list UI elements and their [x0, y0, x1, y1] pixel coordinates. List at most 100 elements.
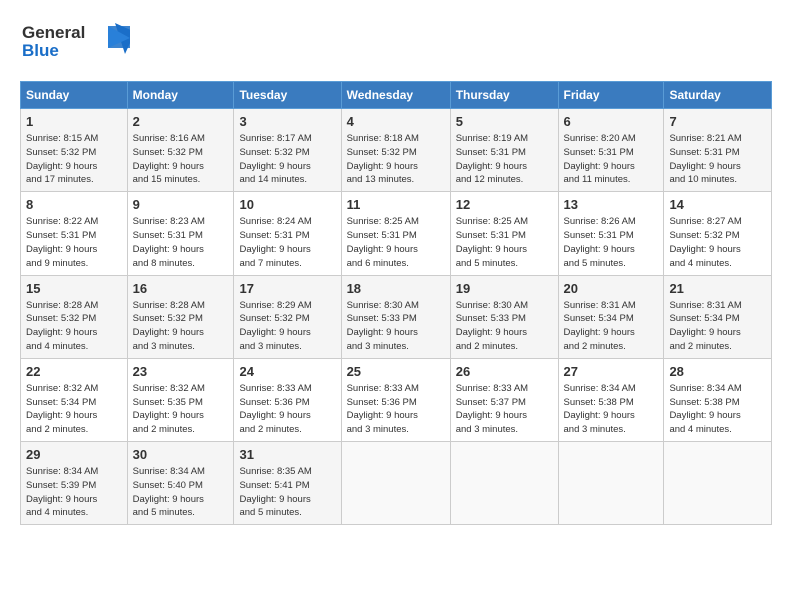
calendar-table: Sunday Monday Tuesday Wednesday Thursday…	[20, 81, 772, 525]
day-info: Sunrise: 8:30 AM Sunset: 5:33 PM Dayligh…	[456, 299, 553, 354]
day-number: 29	[26, 446, 122, 464]
day-info: Sunrise: 8:33 AM Sunset: 5:36 PM Dayligh…	[347, 382, 445, 437]
day-number: 5	[456, 113, 553, 131]
day-number: 1	[26, 113, 122, 131]
day-info: Sunrise: 8:34 AM Sunset: 5:39 PM Dayligh…	[26, 465, 122, 520]
day-number: 14	[669, 196, 766, 214]
day-info: Sunrise: 8:31 AM Sunset: 5:34 PM Dayligh…	[669, 299, 766, 354]
day-info: Sunrise: 8:15 AM Sunset: 5:32 PM Dayligh…	[26, 132, 122, 187]
day-number: 13	[564, 196, 659, 214]
day-cell: 26Sunrise: 8:33 AM Sunset: 5:37 PM Dayli…	[450, 358, 558, 441]
day-number: 25	[347, 363, 445, 381]
day-info: Sunrise: 8:30 AM Sunset: 5:33 PM Dayligh…	[347, 299, 445, 354]
day-cell: 28Sunrise: 8:34 AM Sunset: 5:38 PM Dayli…	[664, 358, 772, 441]
day-number: 12	[456, 196, 553, 214]
day-cell: 30Sunrise: 8:34 AM Sunset: 5:40 PM Dayli…	[127, 442, 234, 525]
day-number: 9	[133, 196, 229, 214]
col-saturday: Saturday	[664, 82, 772, 109]
day-info: Sunrise: 8:35 AM Sunset: 5:41 PM Dayligh…	[239, 465, 335, 520]
day-info: Sunrise: 8:33 AM Sunset: 5:37 PM Dayligh…	[456, 382, 553, 437]
day-info: Sunrise: 8:32 AM Sunset: 5:35 PM Dayligh…	[133, 382, 229, 437]
day-number: 3	[239, 113, 335, 131]
day-info: Sunrise: 8:18 AM Sunset: 5:32 PM Dayligh…	[347, 132, 445, 187]
day-info: Sunrise: 8:34 AM Sunset: 5:38 PM Dayligh…	[669, 382, 766, 437]
day-number: 30	[133, 446, 229, 464]
day-number: 21	[669, 280, 766, 298]
week-row-5: 29Sunrise: 8:34 AM Sunset: 5:39 PM Dayli…	[21, 442, 772, 525]
day-info: Sunrise: 8:25 AM Sunset: 5:31 PM Dayligh…	[456, 215, 553, 270]
svg-text:General: General	[22, 23, 85, 42]
day-cell: 8Sunrise: 8:22 AM Sunset: 5:31 PM Daylig…	[21, 192, 128, 275]
col-tuesday: Tuesday	[234, 82, 341, 109]
logo: General Blue	[20, 18, 130, 67]
day-cell: 17Sunrise: 8:29 AM Sunset: 5:32 PM Dayli…	[234, 275, 341, 358]
col-thursday: Thursday	[450, 82, 558, 109]
day-info: Sunrise: 8:31 AM Sunset: 5:34 PM Dayligh…	[564, 299, 659, 354]
day-number: 4	[347, 113, 445, 131]
day-info: Sunrise: 8:23 AM Sunset: 5:31 PM Dayligh…	[133, 215, 229, 270]
day-number: 31	[239, 446, 335, 464]
day-number: 7	[669, 113, 766, 131]
day-info: Sunrise: 8:34 AM Sunset: 5:40 PM Dayligh…	[133, 465, 229, 520]
day-cell: 24Sunrise: 8:33 AM Sunset: 5:36 PM Dayli…	[234, 358, 341, 441]
day-number: 2	[133, 113, 229, 131]
day-number: 22	[26, 363, 122, 381]
day-cell: 14Sunrise: 8:27 AM Sunset: 5:32 PM Dayli…	[664, 192, 772, 275]
day-cell: 29Sunrise: 8:34 AM Sunset: 5:39 PM Dayli…	[21, 442, 128, 525]
day-number: 28	[669, 363, 766, 381]
day-number: 18	[347, 280, 445, 298]
day-number: 19	[456, 280, 553, 298]
day-info: Sunrise: 8:16 AM Sunset: 5:32 PM Dayligh…	[133, 132, 229, 187]
day-info: Sunrise: 8:25 AM Sunset: 5:31 PM Dayligh…	[347, 215, 445, 270]
day-cell: 6Sunrise: 8:20 AM Sunset: 5:31 PM Daylig…	[558, 109, 664, 192]
header-row: Sunday Monday Tuesday Wednesday Thursday…	[21, 82, 772, 109]
day-number: 27	[564, 363, 659, 381]
week-row-2: 8Sunrise: 8:22 AM Sunset: 5:31 PM Daylig…	[21, 192, 772, 275]
day-info: Sunrise: 8:26 AM Sunset: 5:31 PM Dayligh…	[564, 215, 659, 270]
day-info: Sunrise: 8:28 AM Sunset: 5:32 PM Dayligh…	[133, 299, 229, 354]
day-cell	[664, 442, 772, 525]
day-cell: 27Sunrise: 8:34 AM Sunset: 5:38 PM Dayli…	[558, 358, 664, 441]
day-cell: 2Sunrise: 8:16 AM Sunset: 5:32 PM Daylig…	[127, 109, 234, 192]
col-wednesday: Wednesday	[341, 82, 450, 109]
day-info: Sunrise: 8:28 AM Sunset: 5:32 PM Dayligh…	[26, 299, 122, 354]
day-cell: 10Sunrise: 8:24 AM Sunset: 5:31 PM Dayli…	[234, 192, 341, 275]
day-info: Sunrise: 8:33 AM Sunset: 5:36 PM Dayligh…	[239, 382, 335, 437]
week-row-4: 22Sunrise: 8:32 AM Sunset: 5:34 PM Dayli…	[21, 358, 772, 441]
day-cell: 21Sunrise: 8:31 AM Sunset: 5:34 PM Dayli…	[664, 275, 772, 358]
day-info: Sunrise: 8:17 AM Sunset: 5:32 PM Dayligh…	[239, 132, 335, 187]
day-info: Sunrise: 8:24 AM Sunset: 5:31 PM Dayligh…	[239, 215, 335, 270]
day-info: Sunrise: 8:27 AM Sunset: 5:32 PM Dayligh…	[669, 215, 766, 270]
day-cell: 15Sunrise: 8:28 AM Sunset: 5:32 PM Dayli…	[21, 275, 128, 358]
page: General Blue Sunday Monday Tuesday Wedne…	[0, 0, 792, 537]
col-friday: Friday	[558, 82, 664, 109]
day-info: Sunrise: 8:22 AM Sunset: 5:31 PM Dayligh…	[26, 215, 122, 270]
logo-text: General Blue	[20, 18, 130, 67]
svg-text:Blue: Blue	[22, 41, 59, 60]
day-cell: 16Sunrise: 8:28 AM Sunset: 5:32 PM Dayli…	[127, 275, 234, 358]
day-number: 24	[239, 363, 335, 381]
day-info: Sunrise: 8:34 AM Sunset: 5:38 PM Dayligh…	[564, 382, 659, 437]
day-cell: 7Sunrise: 8:21 AM Sunset: 5:31 PM Daylig…	[664, 109, 772, 192]
day-cell: 19Sunrise: 8:30 AM Sunset: 5:33 PM Dayli…	[450, 275, 558, 358]
day-cell: 23Sunrise: 8:32 AM Sunset: 5:35 PM Dayli…	[127, 358, 234, 441]
day-number: 6	[564, 113, 659, 131]
day-cell: 1Sunrise: 8:15 AM Sunset: 5:32 PM Daylig…	[21, 109, 128, 192]
day-number: 15	[26, 280, 122, 298]
day-cell: 18Sunrise: 8:30 AM Sunset: 5:33 PM Dayli…	[341, 275, 450, 358]
day-number: 23	[133, 363, 229, 381]
day-cell: 22Sunrise: 8:32 AM Sunset: 5:34 PM Dayli…	[21, 358, 128, 441]
col-monday: Monday	[127, 82, 234, 109]
day-cell: 11Sunrise: 8:25 AM Sunset: 5:31 PM Dayli…	[341, 192, 450, 275]
day-number: 16	[133, 280, 229, 298]
day-info: Sunrise: 8:19 AM Sunset: 5:31 PM Dayligh…	[456, 132, 553, 187]
week-row-1: 1Sunrise: 8:15 AM Sunset: 5:32 PM Daylig…	[21, 109, 772, 192]
day-cell: 3Sunrise: 8:17 AM Sunset: 5:32 PM Daylig…	[234, 109, 341, 192]
day-cell: 20Sunrise: 8:31 AM Sunset: 5:34 PM Dayli…	[558, 275, 664, 358]
day-info: Sunrise: 8:20 AM Sunset: 5:31 PM Dayligh…	[564, 132, 659, 187]
day-number: 11	[347, 196, 445, 214]
day-info: Sunrise: 8:21 AM Sunset: 5:31 PM Dayligh…	[669, 132, 766, 187]
day-number: 20	[564, 280, 659, 298]
header: General Blue	[20, 18, 772, 67]
day-cell	[341, 442, 450, 525]
